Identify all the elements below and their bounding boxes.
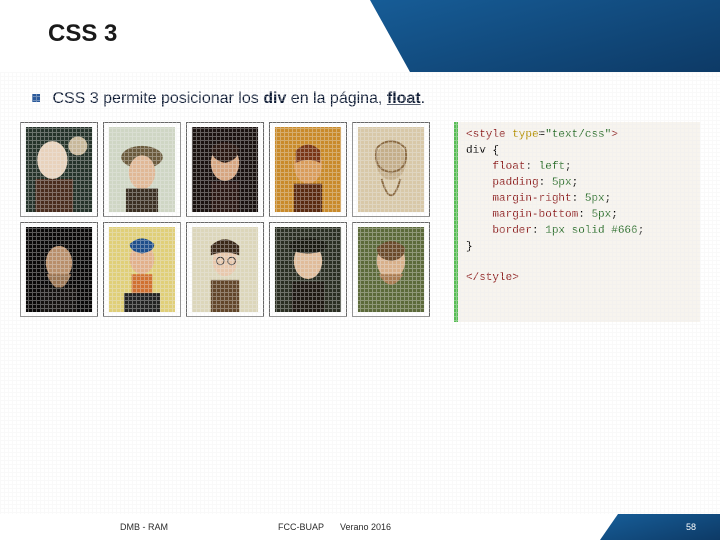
page-number: 58 (686, 522, 696, 532)
footer-center: FCC-BUAP (278, 522, 324, 532)
footer-center2: Verano 2016 (340, 522, 391, 532)
slide-footer: DMB - RAM FCC-BUAP Verano 2016 58 (0, 514, 720, 540)
background-grid (0, 72, 720, 514)
footer-decoration (600, 514, 720, 540)
header-decoration (340, 0, 720, 72)
footer-left: DMB - RAM (120, 522, 168, 532)
